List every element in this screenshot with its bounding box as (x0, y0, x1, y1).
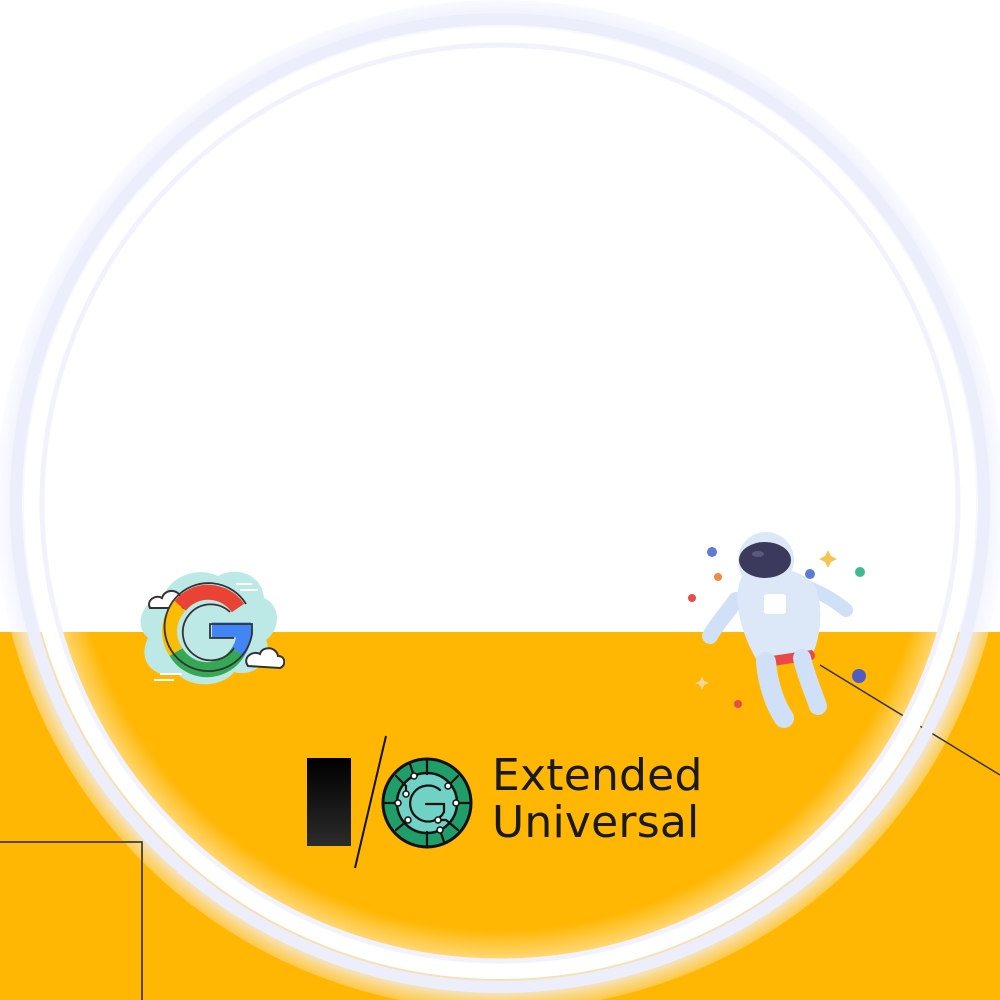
brand-wordmark: Extended Universal (492, 752, 792, 846)
frame-background (0, 0, 1000, 1000)
brand-line-2: Universal (492, 797, 700, 848)
brand-line-1: Extended (492, 750, 703, 801)
astronaut-icon (688, 532, 866, 728)
profile-frame: Extended Universal (0, 0, 1000, 1000)
circuit-g-icon (381, 757, 473, 849)
google-g-cloud-icon (140, 571, 285, 685)
io-bar (307, 758, 351, 846)
